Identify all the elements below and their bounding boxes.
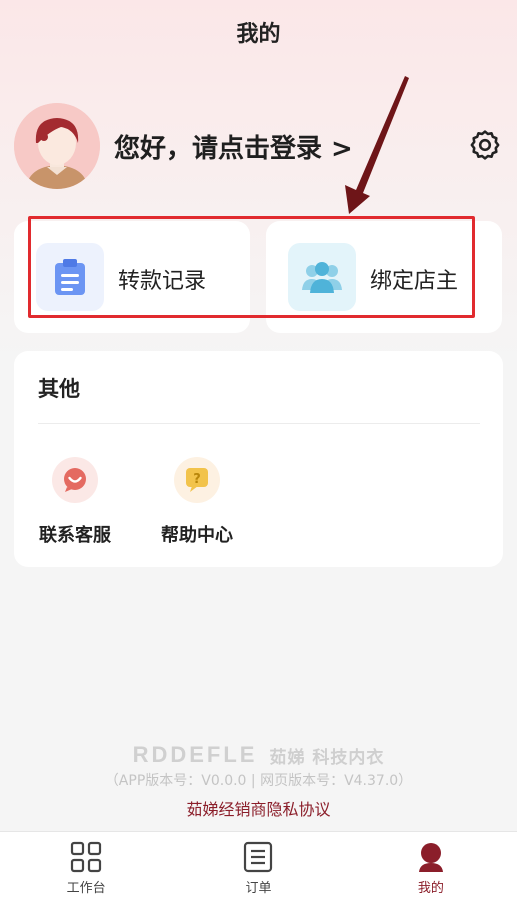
order-icon <box>244 841 273 873</box>
svg-text:?: ? <box>193 472 201 487</box>
tab-mine[interactable]: 我的 <box>345 832 517 899</box>
brand-logo-text: RDDEFLE <box>132 742 258 767</box>
contact-support-label: 联系客服 <box>39 525 111 546</box>
help-question-icon: ? <box>174 457 220 503</box>
version-info: （APP版本号：V0.0.0 | 网页版本号：V4.37.0） <box>104 773 413 789</box>
tab-workbench[interactable]: 工作台 <box>0 832 172 899</box>
tab-mine-label: 我的 <box>417 881 444 896</box>
divider <box>38 423 480 424</box>
grid-icon <box>71 841 102 873</box>
brand-logo-subtitle: 茹娣 科技内衣 <box>269 747 385 768</box>
avatar[interactable] <box>14 103 100 189</box>
brand-logo: RDDEFLE 茹娣 科技内衣 <box>0 742 517 768</box>
clipboard-icon <box>36 243 104 311</box>
tab-orders-label: 订单 <box>245 881 272 896</box>
transfer-records-card[interactable]: 转款记录 <box>14 221 250 333</box>
tab-workbench-label: 工作台 <box>66 881 106 896</box>
other-section: 其他 联系客服 ? 帮助中心 <box>14 351 503 567</box>
bind-shop-owner-label: 绑定店主 <box>370 269 459 294</box>
contact-support-item[interactable]: 联系客服 <box>25 457 125 547</box>
chat-bubble-icon <box>52 457 98 503</box>
avatar-illustration-icon <box>14 103 100 189</box>
bottom-tab-bar: 工作台 订单 我的 <box>0 831 517 899</box>
login-prompt[interactable]: 您好，请点击登录 > <box>114 128 353 165</box>
settings-gear-icon[interactable] <box>468 128 502 162</box>
users-icon <box>288 243 356 311</box>
transfer-records-label: 转款记录 <box>118 269 207 294</box>
person-icon <box>418 843 443 872</box>
help-center-item[interactable]: ? 帮助中心 <box>147 457 247 547</box>
page-title: 我的 <box>236 22 281 47</box>
help-center-label: 帮助中心 <box>161 525 233 546</box>
privacy-policy-link[interactable]: 茹娣经销商隐私协议 <box>0 796 517 820</box>
bind-shop-owner-card[interactable]: 绑定店主 <box>266 221 502 333</box>
other-section-title: 其他 <box>38 377 80 401</box>
tab-orders[interactable]: 订单 <box>172 832 344 899</box>
